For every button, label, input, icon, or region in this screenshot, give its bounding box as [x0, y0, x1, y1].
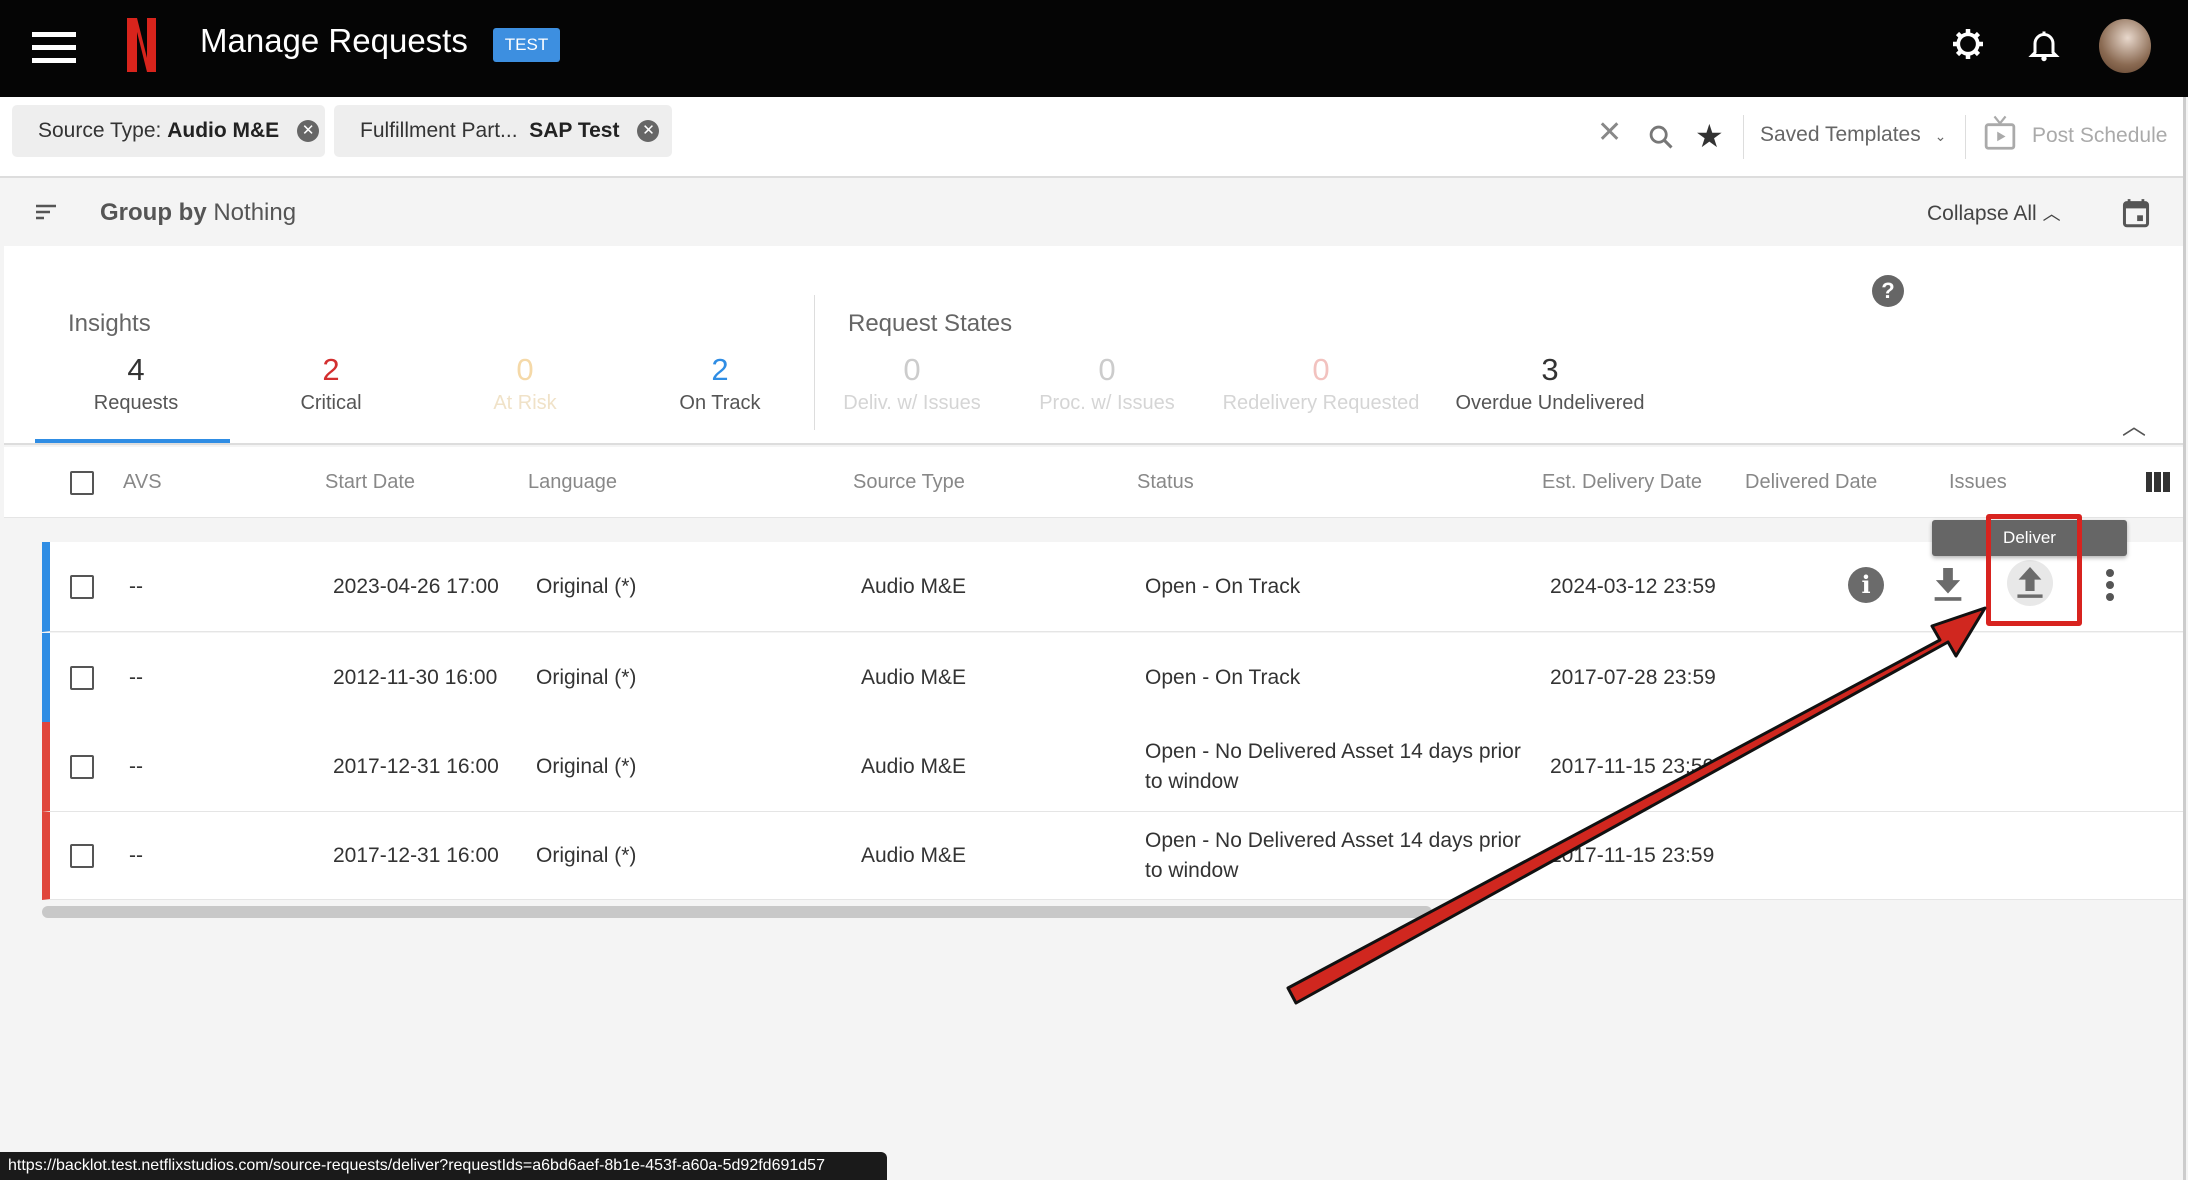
env-badge: TEST	[493, 28, 560, 62]
collapse-all-label: Collapse All	[1927, 202, 2037, 225]
column-header[interactable]: Est. Delivery Date	[1542, 471, 1702, 494]
chevron-down-icon: ⌄	[1934, 128, 1947, 144]
request-states-title: Request States	[848, 310, 1013, 337]
menu-icon[interactable]	[32, 32, 76, 71]
request-state-value: 0	[1312, 352, 1330, 387]
group-spacer	[42, 518, 2184, 542]
gear-icon[interactable]	[1950, 26, 1986, 62]
row-checkbox[interactable]	[70, 843, 94, 868]
request-state[interactable]: 3 Overdue Undelivered	[1420, 352, 1680, 415]
status-bar-url: https://backlot.test.netflixstudios.com/…	[0, 1152, 887, 1180]
column-header[interactable]: Issues	[1949, 471, 2007, 494]
source-type-cell: Audio M&E	[861, 754, 967, 778]
chevron-up-icon: ︿	[2042, 204, 2061, 224]
request-state[interactable]: 0 Redelivery Requested	[1191, 352, 1451, 415]
divider	[1965, 115, 1966, 159]
est-delivery-cell: 2017-07-28 23:59	[1550, 665, 1716, 689]
table-row[interactable]: -- 2017-12-31 16:00 Original (*) Audio M…	[42, 722, 2184, 812]
group-bar: Group by Nothing Collapse All ︿	[0, 178, 2184, 246]
horizontal-scrollbar[interactable]	[42, 906, 1432, 918]
window-border	[2183, 97, 2186, 1180]
language-cell: Original (*)	[536, 574, 637, 598]
calendar-icon[interactable]	[2122, 198, 2150, 228]
insights-panel: Insights 4 Requests 2 Critical 0 At Risk 2 On T…	[4, 246, 2184, 445]
columns-icon[interactable]	[2146, 472, 2170, 492]
bell-icon[interactable]	[2026, 26, 2062, 64]
start-date-cell: 2017-12-31 16:00	[333, 843, 499, 867]
table-row[interactable]: -- 2017-12-31 16:00 Original (*) Audio M…	[42, 812, 2184, 900]
chip-value: Audio M&E	[167, 119, 280, 142]
collapse-all-button[interactable]: Collapse All ︿	[1927, 200, 2061, 226]
page-title: Manage Requests	[200, 22, 468, 59]
help-icon[interactable]: ?	[1872, 275, 1904, 307]
start-date-cell: 2023-04-26 17:00	[333, 574, 499, 598]
chip-label: Source Type:	[38, 119, 162, 142]
status-cell: Open - No Delivered Asset 14 days prior …	[1145, 828, 1521, 882]
divider	[1743, 115, 1744, 159]
status-cell: Open - No Delivered Asset 14 days prior …	[1145, 739, 1521, 793]
filter-chip-fulfillment-partner[interactable]: Fulfillment Part... SAP Test ✕	[334, 105, 672, 157]
clear-filters-icon[interactable]: ✕	[1597, 115, 1622, 150]
group-by-selector[interactable]: Group by Nothing	[100, 199, 296, 227]
sort-icon[interactable]	[36, 204, 58, 220]
info-icon[interactable]: i	[1848, 567, 1884, 603]
request-state-label: Overdue Undelivered	[1455, 392, 1645, 414]
start-date-cell: 2012-11-30 16:00	[333, 665, 498, 689]
status-cell: Open - On Track	[1145, 574, 1301, 598]
filter-bar: Source Type: Audio M&E ✕ Fulfillment Part…	[0, 97, 2184, 178]
group-by-label: Group by	[100, 199, 207, 226]
language-cell: Original (*)	[536, 665, 637, 689]
netflix-logo[interactable]	[125, 16, 157, 74]
column-header[interactable]: Start Date	[325, 471, 415, 494]
table-header: AVS Start Date Language Source Type Status Es…	[4, 447, 2184, 518]
column-header[interactable]: Status	[1137, 471, 1194, 494]
post-schedule-button[interactable]: Post Schedule	[2032, 124, 2167, 148]
column-header[interactable]: Language	[528, 471, 617, 494]
chevron-up-icon[interactable]: ︿	[2122, 406, 2146, 441]
avs-cell: --	[129, 665, 143, 689]
request-state-label: Redelivery Requested	[1222, 392, 1420, 414]
remove-chip-icon[interactable]: ✕	[637, 120, 660, 143]
column-header[interactable]: Source Type	[853, 471, 965, 494]
source-type-cell: Audio M&E	[861, 574, 967, 598]
language-cell: Original (*)	[536, 754, 637, 778]
avs-cell: --	[129, 754, 143, 778]
source-type-cell: Audio M&E	[861, 843, 967, 867]
chip-value: SAP Test	[529, 119, 620, 142]
est-delivery-cell: 2017-11-15 23:59	[1550, 754, 1715, 778]
active-tab-indicator	[35, 439, 230, 443]
saved-templates-label: Saved Templates	[1760, 123, 1921, 146]
tv-play-icon[interactable]	[1983, 115, 2017, 151]
column-header[interactable]: Delivered Date	[1745, 471, 1877, 494]
avs-cell: --	[129, 574, 143, 598]
group-by-value: Nothing	[213, 199, 297, 226]
more-vert-icon[interactable]	[2104, 568, 2116, 602]
search-icon[interactable]	[1647, 123, 1675, 151]
column-header[interactable]: AVS	[123, 471, 162, 494]
top-bar: Manage Requests TEST	[0, 0, 2188, 97]
est-delivery-cell: 2017-11-15 23:59	[1550, 843, 1715, 867]
est-delivery-cell: 2024-03-12 23:59	[1550, 574, 1716, 598]
language-cell: Original (*)	[536, 843, 637, 867]
start-date-cell: 2017-12-31 16:00	[333, 754, 499, 778]
filter-chip-source-type[interactable]: Source Type: Audio M&E ✕	[12, 105, 325, 157]
avatar[interactable]	[2099, 19, 2151, 73]
select-all-checkbox[interactable]	[70, 471, 94, 495]
highlight-box	[1986, 514, 2082, 626]
status-cell: Open - On Track	[1145, 665, 1301, 689]
row-checkbox[interactable]	[70, 574, 94, 599]
row-checkbox[interactable]	[70, 754, 94, 779]
saved-templates-dropdown[interactable]: Saved Templates ⌄	[1760, 123, 1946, 147]
chip-label: Fulfillment Part...	[360, 119, 518, 142]
request-state-value: 3	[1541, 352, 1559, 387]
row-checkbox[interactable]	[70, 665, 94, 690]
avs-cell: --	[129, 843, 143, 867]
download-icon[interactable]	[1933, 568, 1963, 602]
remove-chip-icon[interactable]: ✕	[297, 120, 320, 143]
source-type-cell: Audio M&E	[861, 665, 967, 689]
star-icon[interactable]: ★	[1695, 117, 1724, 155]
table-row[interactable]: -- 2012-11-30 16:00 Original (*) Audio M…	[42, 633, 2184, 723]
insights-title: Insights	[68, 310, 151, 337]
